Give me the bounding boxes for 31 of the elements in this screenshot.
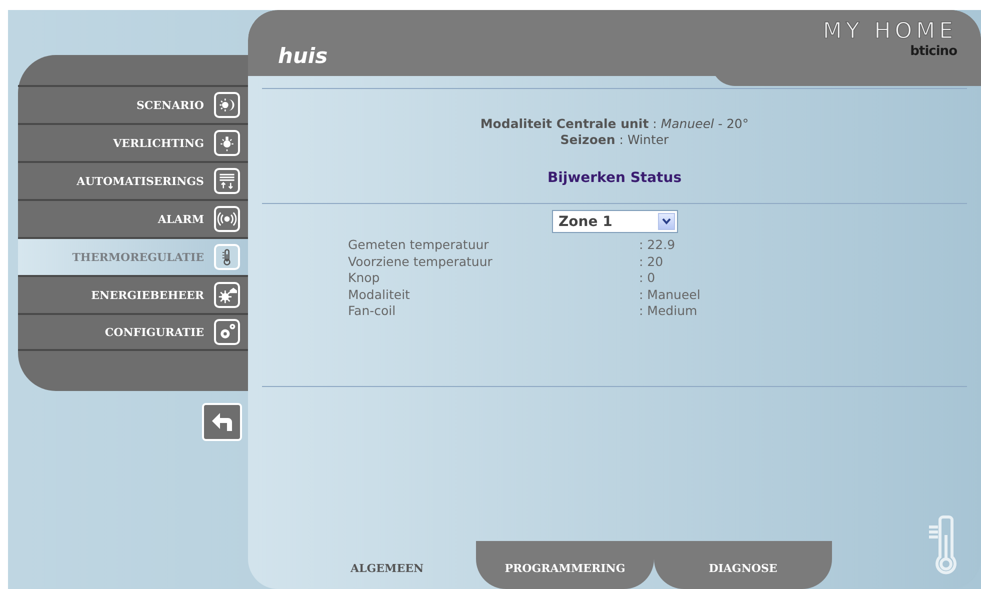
reading-value: : 20 [639, 254, 664, 270]
reading-label: Gemeten temperatuur [348, 237, 490, 254]
tab[interactable]: ALGEMEEN [298, 541, 476, 589]
chevron-down-icon [662, 218, 670, 225]
brand-logo: MY HOME [822, 20, 957, 44]
status-line: Modaliteit Centrale unit : Manueel - 20° [479, 116, 750, 132]
sidebar-item[interactable]: ENERGIEBEHEER [18, 275, 248, 313]
sidebar-item[interactable]: CONFIGURATIE [18, 313, 248, 351]
window-title: huis [278, 44, 328, 68]
reading-label: Knop [348, 270, 381, 286]
sidebar-item[interactable]: SCENARIO [18, 85, 248, 123]
blind-arrows-icon [217, 171, 237, 191]
reading-value: : Medium [639, 303, 698, 320]
reading-label: Modaliteit [348, 286, 411, 303]
reading-value: : Manueel [639, 286, 702, 303]
gear-house-icon [217, 285, 237, 305]
zone-dropdown[interactable]: Zone 1 [552, 210, 678, 233]
update-status-link[interactable]: Bijwerken Status [547, 170, 682, 186]
sidebar-item[interactable]: VERLICHTING [18, 123, 248, 161]
back-arrow-icon [210, 411, 234, 433]
status-line: Seizoen : Winter [559, 132, 670, 148]
tab[interactable]: DIAGNOSE [654, 541, 832, 589]
reading-value: : 0 [639, 270, 656, 286]
back-button[interactable] [202, 403, 242, 441]
tab[interactable]: PROGRAMMERING [476, 541, 654, 589]
sidebar-item[interactable]: AUTOMATISERINGS [18, 161, 248, 199]
reading-label: Fan-coil [348, 303, 397, 320]
maker-logo: bticino [910, 44, 957, 59]
reading-label: Voorziene temperatuur [348, 254, 494, 270]
reading-value: : 22.9 [639, 237, 676, 254]
sidebar-item[interactable]: THERMOREGULATIE [18, 237, 248, 275]
